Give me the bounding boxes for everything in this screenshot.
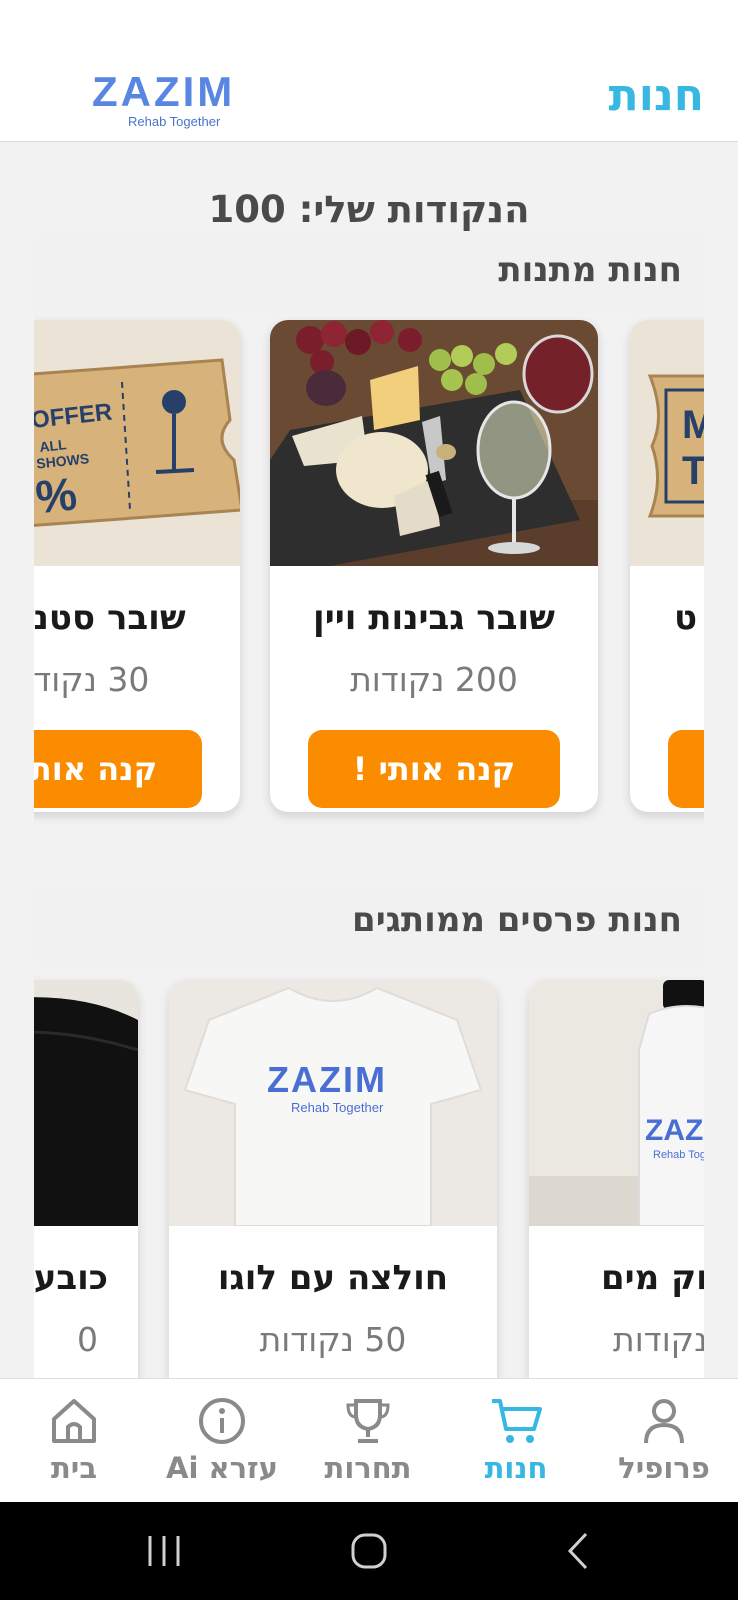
standup-ticket-image: OFFER ALL P SHOWS 0% <box>34 320 240 566</box>
buy-button[interactable] <box>668 730 704 808</box>
merch-card-cap[interactable]: כובע 0 <box>34 980 138 1378</box>
profile-icon <box>644 1399 684 1444</box>
gift-shop-header: חנות מתנות <box>34 236 704 314</box>
nav-home-label: בית <box>50 1451 98 1485</box>
trophy-icon <box>346 1399 390 1443</box>
recent-apps-button[interactable] <box>134 1526 194 1576</box>
ticket-text-m: M <box>682 403 704 447</box>
bottle-logo-tagline: Rehab Toge <box>653 1149 704 1161</box>
back-chevron-icon <box>567 1532 588 1570</box>
zazim-logo: ZAZIM Rehab Together <box>92 68 268 138</box>
merch-shop-carousel[interactable]: כובע 0 ZAZIM Rehab Together חולצה עם לוג… <box>34 980 704 1378</box>
merch-card-title: חולצה עם לוגו <box>217 1258 449 1298</box>
recent-apps-icon <box>148 1536 180 1566</box>
home-icon <box>52 1399 96 1443</box>
logo-tagline: Rehab Together <box>128 114 221 129</box>
merch-card-price: נקודות <box>613 1320 704 1359</box>
merch-card-tshirt[interactable]: ZAZIM Rehab Together חולצה עם לוגו 50 נק… <box>169 980 497 1378</box>
status-bar-area <box>0 0 738 62</box>
nav-competition[interactable]: תחרות <box>298 1393 438 1485</box>
nav-shop[interactable]: חנות <box>446 1393 586 1485</box>
nav-ezra-label: עזרא Ai <box>166 1451 278 1485</box>
cheese-wine-image <box>270 320 598 566</box>
nav-profile[interactable]: פרופיל <box>594 1393 734 1485</box>
gift-card-title: שובר גבינות ויין <box>313 598 555 638</box>
nav-competition-label: תחרות <box>324 1451 412 1485</box>
gift-card-title: שובר סטנדאפ <box>34 598 186 638</box>
gift-card-cheese-wine[interactable]: שובר גבינות ויין 200 נקודות קנה אותי ! <box>270 320 598 812</box>
water-bottle-image: ZAZ Rehab Toge <box>529 980 704 1226</box>
system-navigation-bar <box>0 1502 738 1600</box>
gift-card-price: 30 נקודות <box>34 660 150 699</box>
nav-shop-label: חנות <box>484 1451 548 1485</box>
app-header: ZAZIM Rehab Together חנות <box>0 62 738 142</box>
back-system-button[interactable] <box>548 1526 608 1576</box>
gift-card-ticket[interactable]: M T שובר ט <box>630 320 704 812</box>
merch-shop-title: חנות פרסים ממותגים <box>352 900 682 940</box>
ticket-image: M T <box>630 320 704 566</box>
my-points: הנקודות שלי: 100 <box>208 188 530 231</box>
nav-ezra-ai[interactable]: עזרא Ai <box>152 1393 292 1485</box>
bottle-logo-word: ZAZ <box>645 1114 703 1147</box>
merch-card-title: כובע <box>34 1258 108 1298</box>
nav-home[interactable]: בית <box>4 1393 144 1485</box>
merch-card-title: בקבוק מים <box>601 1258 704 1298</box>
merch-shop-section: חנות פרסים ממותגים כובע 0 ZAZIM Rehab To… <box>34 886 704 1378</box>
merch-card-price: 0 <box>77 1320 98 1359</box>
gift-shop-title: חנות מתנות <box>498 250 682 290</box>
nav-profile-label: פרופיל <box>618 1451 710 1485</box>
gift-card-standup[interactable]: OFFER ALL P SHOWS 0% שובר סטנדאפ 30 נקוד… <box>34 320 240 812</box>
page-title: חנות <box>608 70 704 121</box>
ticket-text-4: 0% <box>34 467 79 526</box>
merch-card-price: 50 נקודות <box>259 1320 407 1359</box>
tshirt-logo-tagline: Rehab Together <box>291 1100 384 1115</box>
tshirt-image: ZAZIM Rehab Together <box>169 980 497 1226</box>
info-icon <box>199 1398 245 1444</box>
home-circle-icon <box>351 1533 387 1569</box>
merch-card-bottle[interactable]: ZAZ Rehab Toge בקבוק מים נקודות <box>529 980 704 1378</box>
home-system-button[interactable] <box>339 1526 399 1576</box>
gift-shop-section: חנות מתנות OFFER ALL P SHOWS 0% שובר סטנ… <box>34 236 704 836</box>
bottom-navigation: בית עזרא Ai תחרות חנות פרופיל <box>0 1378 738 1502</box>
gift-card-title: שובר ט <box>674 598 704 638</box>
buy-button[interactable]: קנה אותי ! <box>308 730 560 808</box>
buy-button[interactable]: קנה אותי ! <box>34 730 202 808</box>
logo-wordmark: ZAZIM <box>92 68 236 115</box>
tshirt-logo-word: ZAZIM <box>267 1059 387 1100</box>
black-cap-image <box>34 980 138 1226</box>
cart-icon <box>492 1399 542 1443</box>
ticket-text-t: T <box>682 449 704 493</box>
gift-card-price: 200 נקודות <box>350 660 518 699</box>
merch-shop-header: חנות פרסים ממותגים <box>34 886 704 964</box>
gift-shop-carousel[interactable]: OFFER ALL P SHOWS 0% שובר סטנדאפ 30 נקוד… <box>34 320 704 836</box>
